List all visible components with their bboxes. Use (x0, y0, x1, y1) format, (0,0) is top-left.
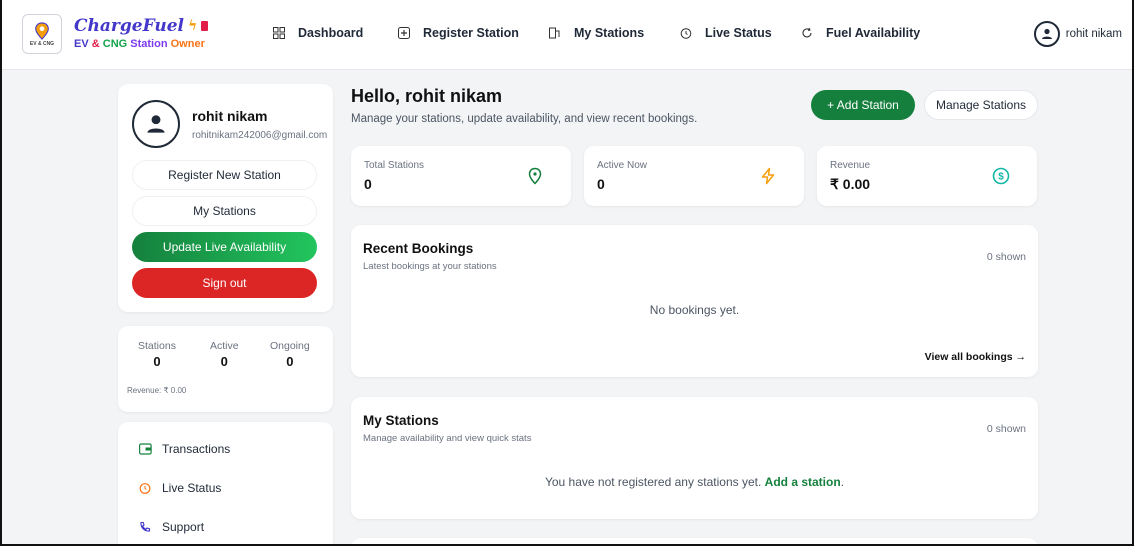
add-station-button[interactable]: + Add Station (811, 90, 915, 120)
stat-card-active-now: Active Now 0 (584, 146, 804, 206)
clock-icon (679, 26, 693, 40)
nav-register-station[interactable]: Register Station (397, 26, 519, 40)
refresh-icon (800, 26, 814, 40)
mini-revenue: Revenue: ₹ 0.00 (127, 386, 187, 395)
tag-amp: & (91, 38, 100, 50)
mini-stat-value: 0 (220, 354, 228, 369)
nav-label: Fuel Availability (826, 26, 921, 40)
nav-my-stations[interactable]: My Stations (548, 26, 644, 40)
brand-name: ChargeFuel ϟ (74, 16, 209, 36)
nav-dashboard[interactable]: Dashboard (272, 26, 363, 40)
panel-count: 0 shown (986, 251, 1026, 263)
user-icon (1041, 28, 1052, 39)
empty-suffix: . (840, 475, 845, 489)
link-support[interactable]: Support (138, 520, 204, 534)
mini-stat-value: 0 (286, 354, 294, 369)
mini-stat-value: 0 (153, 354, 161, 369)
mini-stats-card: Stations 0 Active 0 Ongoing 0 Revenue: ₹… (118, 326, 333, 412)
panel-subtitle: Manage availability and view quick stats (363, 433, 532, 444)
phone-icon (138, 520, 152, 534)
map-pin-logo-icon (35, 21, 49, 40)
mini-stat-active: Active 0 (210, 340, 239, 369)
my-stations-panel: My Stations Manage availability and view… (351, 397, 1038, 519)
brand[interactable]: ChargeFuel ϟ EV & CNG Station Owner (74, 16, 209, 50)
link-label: Transactions (162, 442, 231, 456)
manage-stations-button[interactable]: Manage Stations (924, 90, 1038, 120)
stat-label: Total Stations (364, 160, 425, 171)
app-frame: EV & CNG ChargeFuel ϟ EV & CNG Station O… (0, 0, 1134, 546)
nav-label: Live Status (705, 26, 772, 40)
update-live-availability-button[interactable]: Update Live Availability (132, 232, 317, 262)
svg-text:$: $ (998, 172, 1004, 183)
profile-name: rohit nikam (192, 108, 268, 124)
tag-station: Station (130, 38, 168, 50)
link-live-status[interactable]: Live Status (138, 481, 221, 495)
stat-value: ₹ 0.00 (830, 176, 871, 192)
user-name: rohit nikam (1065, 28, 1122, 40)
panel-title: My Stations (363, 413, 439, 428)
stat-label: Revenue (830, 160, 871, 171)
app-logo[interactable]: EV & CNG (22, 14, 62, 54)
grid-icon (272, 26, 286, 40)
page-subtitle: Manage your stations, update availabilit… (351, 113, 698, 125)
logo-caption: EV & CNG (29, 40, 55, 47)
profile-email: rohitnikam242006@gmail.com (192, 130, 328, 141)
link-label: Live Status (162, 481, 222, 495)
empty-state: You have not registered any stations yet… (351, 475, 1038, 489)
page-title: Hello, rohit nikam (351, 86, 503, 106)
user-icon (147, 115, 165, 133)
tag-owner: Owner (170, 38, 205, 50)
next-panel (351, 538, 1038, 544)
nav-fuel-availability[interactable]: Fuel Availability (800, 26, 920, 40)
panel-subtitle: Latest bookings at your stations (363, 261, 497, 272)
register-new-station-button[interactable]: Register New Station (132, 160, 317, 190)
bolt-icon: ϟ (187, 18, 198, 34)
stat-card-revenue: Revenue ₹ 0.00 $ (817, 146, 1037, 206)
avatar (132, 100, 180, 148)
nav-live-status[interactable]: Live Status (679, 26, 772, 40)
nav-label: My Stations (574, 26, 645, 40)
tag-ev: EV (74, 38, 89, 50)
stations-icon (548, 26, 562, 40)
add-station-link[interactable]: Add a station (765, 475, 841, 489)
nav-label: Dashboard (298, 26, 364, 40)
stat-label: Active Now (597, 160, 648, 171)
panel-count: 0 shown (986, 423, 1026, 435)
clock-icon (138, 481, 152, 495)
link-transactions[interactable]: Transactions (138, 442, 230, 456)
mini-stat-label: Ongoing (270, 340, 310, 352)
brand-title: ChargeFuel (74, 16, 184, 36)
profile-card: rohit nikam rohitnikam242006@gmail.com R… (118, 84, 333, 312)
mini-stat-label: Active (210, 340, 239, 352)
recent-bookings-panel: Recent Bookings Latest bookings at your … (351, 225, 1038, 377)
top-navbar: EV & CNG ChargeFuel ϟ EV & CNG Station O… (2, 0, 1132, 70)
panel-title: Recent Bookings (363, 241, 474, 256)
bolt-icon (758, 166, 778, 186)
link-label: Support (162, 520, 205, 534)
brand-tagline: EV & CNG Station Owner (74, 38, 208, 50)
stat-card-total-stations: Total Stations 0 (351, 146, 571, 206)
mini-stat-stations: Stations 0 (138, 340, 176, 369)
user-menu[interactable]: rohit nikam (1033, 21, 1122, 47)
empty-state: No bookings yet. (649, 303, 740, 317)
my-stations-button[interactable]: My Stations (132, 196, 317, 226)
empty-text: You have not registered any stations yet… (544, 475, 762, 489)
quick-links-card: Transactions Live Status Support (118, 422, 333, 544)
sign-out-button[interactable]: Sign out (132, 268, 317, 298)
mini-stat-label: Stations (138, 340, 176, 352)
view-all-bookings-link[interactable]: View all bookings → (925, 351, 1026, 363)
nav-label: Register Station (423, 26, 519, 40)
tag-cng: CNG (102, 38, 128, 50)
dollar-coin-icon: $ (991, 166, 1011, 186)
mini-stat-ongoing: Ongoing 0 (270, 340, 310, 369)
plus-square-icon (397, 26, 411, 40)
wallet-icon (138, 442, 152, 456)
fuel-pump-icon (201, 21, 209, 31)
stat-value: 0 (364, 176, 372, 192)
location-pin-icon (525, 166, 545, 186)
stat-value: 0 (597, 176, 605, 192)
avatar (1033, 21, 1060, 47)
